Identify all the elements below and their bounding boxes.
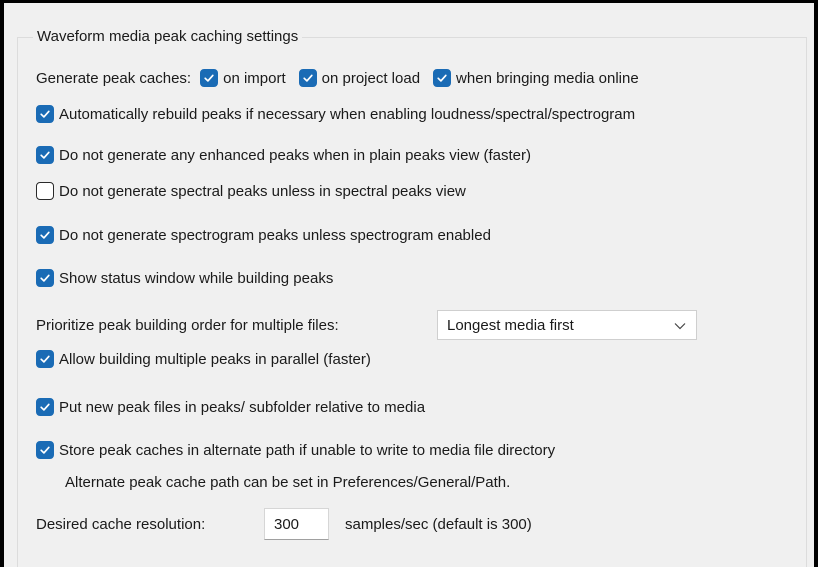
media-online-label[interactable]: when bringing media online (456, 70, 639, 87)
parallel-peaks-label[interactable]: Allow building multiple peaks in paralle… (59, 351, 371, 368)
cache-resolution-label: Desired cache resolution: (36, 515, 206, 533)
alternate-path-option[interactable]: Store peak caches in alternate path if u… (36, 438, 555, 462)
alternate-path-label[interactable]: Store peak caches in alternate path if u… (59, 442, 555, 459)
checkmark-icon (204, 74, 214, 82)
on-import-checkbox[interactable] (200, 69, 219, 87)
alternate-path-note: Alternate peak cache path can be set in … (65, 473, 511, 491)
chevron-down-icon (674, 323, 686, 330)
auto-rebuild-label[interactable]: Automatically rebuild peaks if necessary… (59, 106, 635, 123)
checkmark-icon (40, 446, 50, 454)
no-enhanced-peaks-option[interactable]: Do not generate any enhanced peaks when … (36, 143, 531, 167)
cache-resolution-suffix: samples/sec (default is 300) (345, 515, 532, 533)
no-spectral-peaks-label[interactable]: Do not generate spectral peaks unless in… (59, 183, 466, 200)
checkmark-icon (40, 231, 50, 239)
on-project-load-checkbox[interactable] (298, 69, 317, 87)
peaks-subfolder-option[interactable]: Put new peak files in peaks/ subfolder r… (36, 395, 425, 419)
no-spectrogram-peaks-checkbox[interactable] (36, 226, 54, 244)
no-enhanced-peaks-checkbox[interactable] (36, 146, 54, 164)
group-box-border-right (806, 37, 807, 567)
parallel-peaks-checkbox[interactable] (36, 350, 54, 368)
alternate-path-checkbox[interactable] (36, 441, 54, 459)
checkmark-icon (40, 355, 50, 363)
show-status-window-option[interactable]: Show status window while building peaks (36, 266, 333, 290)
window-frame-right (814, 0, 818, 567)
cache-resolution-input[interactable]: 300 (264, 508, 329, 540)
media-online-checkbox[interactable] (433, 69, 452, 87)
checkmark-icon (302, 74, 313, 82)
parallel-peaks-option[interactable]: Allow building multiple peaks in paralle… (36, 347, 371, 371)
no-spectrogram-peaks-option[interactable]: Do not generate spectrogram peaks unless… (36, 223, 491, 247)
priority-selected-value: Longest media first (447, 316, 574, 334)
peaks-subfolder-label[interactable]: Put new peak files in peaks/ subfolder r… (59, 399, 425, 416)
no-spectral-peaks-option[interactable]: Do not generate spectral peaks unless in… (36, 179, 466, 203)
peaks-subfolder-checkbox[interactable] (36, 398, 54, 416)
auto-rebuild-option[interactable]: Automatically rebuild peaks if necessary… (36, 102, 635, 126)
checkmark-icon (40, 403, 50, 411)
group-box-border-left (17, 37, 18, 567)
auto-rebuild-checkbox[interactable] (36, 105, 54, 123)
on-import-label[interactable]: on import (223, 70, 286, 87)
checkmark-icon (437, 74, 447, 82)
on-project-load-label[interactable]: on project load (322, 70, 420, 87)
checkmark-icon (40, 110, 50, 118)
no-spectrogram-peaks-label[interactable]: Do not generate spectrogram peaks unless… (59, 227, 491, 244)
group-box-title: Waveform media peak caching settings (33, 26, 303, 48)
checkmark-icon (40, 151, 50, 159)
priority-label: Prioritize peak building order for multi… (36, 316, 339, 334)
priority-dropdown[interactable]: Longest media first (437, 310, 697, 340)
show-status-window-checkbox[interactable] (36, 269, 54, 287)
no-enhanced-peaks-label[interactable]: Do not generate any enhanced peaks when … (59, 147, 531, 164)
checkmark-icon (40, 274, 50, 282)
generate-peak-caches-label: Generate peak caches: (36, 69, 192, 87)
generate-peak-caches-row: Generate peak caches: on import on proje… (36, 66, 639, 90)
no-spectral-peaks-checkbox[interactable] (36, 182, 54, 200)
show-status-window-label[interactable]: Show status window while building peaks (59, 270, 333, 287)
